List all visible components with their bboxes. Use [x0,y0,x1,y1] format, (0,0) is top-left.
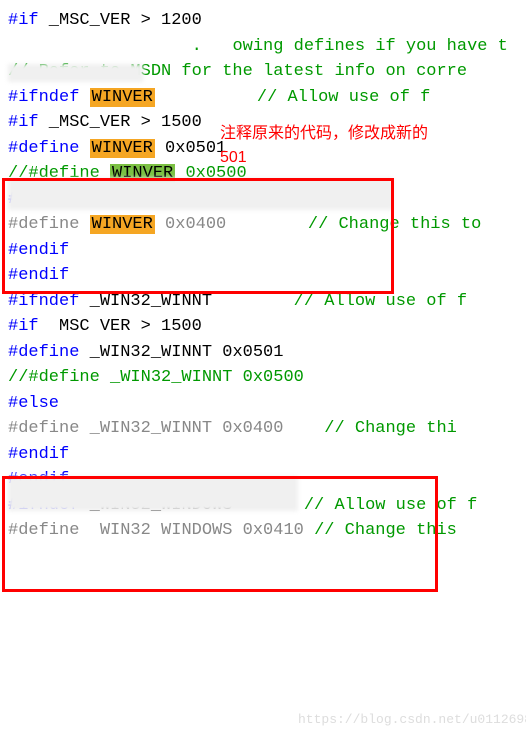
code-line: //#define WINVER 0x0500 [8,161,518,187]
code-container: 注释原来的代码，修改成新的 501 https://blog.csdn.net/… [8,8,518,544]
code-line: #else [8,187,518,213]
highlight-winver: WINVER [110,164,175,183]
code-line: #endif [8,442,518,468]
highlight-winver: WINVER [90,88,155,107]
code-line: #endif [8,467,518,493]
code-line: #define WINVER 0x0400 // Change this to [8,212,518,238]
annotation-text-2: 501 [220,146,247,170]
code-line: #define _WIN32_WINNT 0x0400 // Change th… [8,416,518,442]
code-line: #define WIN32 WINDOWS 0x0410 // Change t… [8,518,518,544]
code-line: #if MSC VER > 1500 [8,314,518,340]
code-line: #ifndef WINVER // Allow use of f [8,85,518,111]
code-line: #ifndef _WIN32_WINDOWS // Allow use of f [8,493,518,519]
watermark: https://blog.csdn.net/u011269801 [298,710,526,730]
code-line: #ifndef _WIN32_WINNT // Allow use of f [8,289,518,315]
code-line: #endif [8,263,518,289]
code-line: #if _MSC_VER > 1200 [8,8,518,34]
code-line: #else [8,391,518,417]
code-line: //#define _WIN32_WINNT 0x0500 [8,365,518,391]
annotation-text-1: 注释原来的代码，修改成新的 [220,122,428,146]
highlight-winver: WINVER [90,215,155,234]
code-line: // Refer to MSDN for the latest info on … [8,59,518,85]
code-line: #endif [8,238,518,264]
code-line: #define _WIN32_WINNT 0x0501 [8,340,518,366]
highlight-winver: WINVER [90,139,155,158]
code-line: . owing defines if you have t [8,34,518,60]
